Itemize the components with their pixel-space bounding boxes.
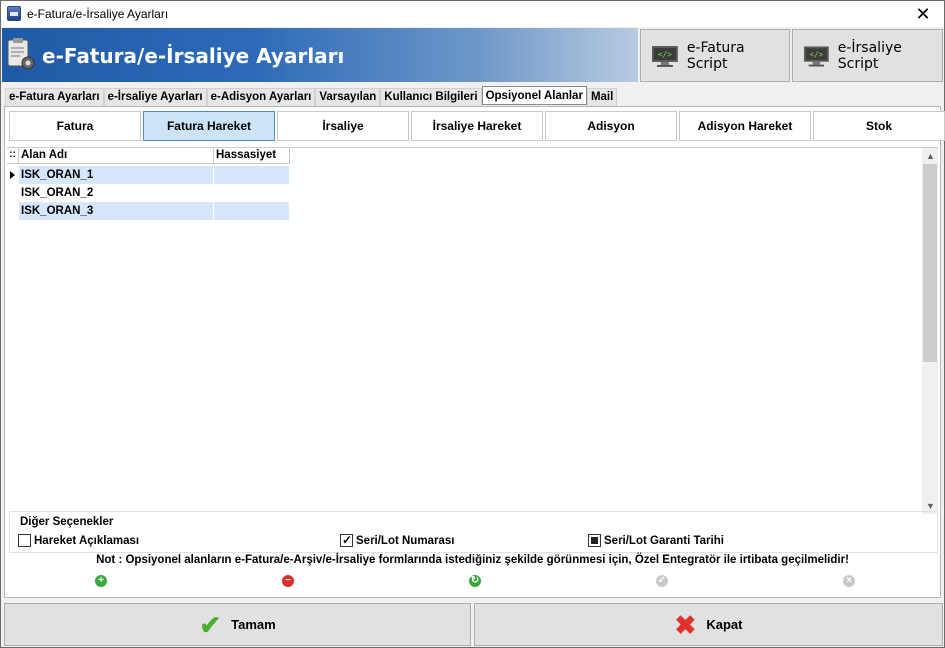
confirm-icon[interactable]: ✓	[656, 575, 668, 587]
cell-alan-adi[interactable]: ISK_ORAN_2	[19, 184, 214, 202]
efatura-script-button[interactable]: </> e-Fatura Script	[640, 29, 790, 82]
cell-hassasiyet[interactable]	[214, 184, 290, 202]
tab-opsiyonel-alanlar[interactable]: Opsiyonel Alanlar	[481, 86, 587, 105]
app-icon	[7, 6, 21, 21]
sub-tabs: Fatura Fatura Hareket İrsaliye İrsaliye …	[9, 111, 945, 141]
settings-clipboard-icon	[7, 38, 35, 70]
cell-alan-adi[interactable]: ISK_ORAN_1	[19, 166, 214, 184]
column-header-hassasiyet[interactable]: Hassasiyet	[214, 148, 290, 164]
hareket-aciklamasi-checkbox[interactable]: Hareket Açıklaması	[18, 534, 139, 547]
eirsaliye-script-button[interactable]: </> e-İrsaliye Script	[792, 29, 943, 82]
subtab-fatura-hareket[interactable]: Fatura Hareket	[143, 111, 275, 141]
checkbox-checked-icon	[340, 533, 353, 547]
table-row[interactable]: ISK_ORAN_1	[7, 166, 290, 184]
edit-icon[interactable]: ↻	[469, 575, 481, 587]
close-button[interactable]: ✖ Kapat	[474, 603, 943, 646]
svg-text:</>: </>	[658, 49, 673, 58]
ok-button[interactable]: ✔ Tamam	[4, 603, 471, 646]
svg-text:</>: </>	[809, 49, 823, 58]
tab-eirsaliye-ayarlari[interactable]: e-İrsaliye Ayarları	[103, 88, 207, 106]
scroll-down-icon[interactable]: ▼	[926, 502, 935, 511]
window-title: e-Fatura/e-İrsaliye Ayarları	[27, 7, 169, 21]
close-window-button[interactable]: ✕	[910, 3, 936, 25]
row-indicator	[7, 202, 19, 220]
opsiyonel-alanlar-panel: Fatura Fatura Hareket İrsaliye İrsaliye …	[4, 106, 945, 598]
subtab-adisyon-hareket[interactable]: Adisyon Hareket	[679, 111, 811, 141]
monitor-code-icon: </>	[651, 45, 678, 67]
subtab-fatura[interactable]: Fatura	[9, 111, 141, 141]
other-options-group: Diğer Seçenekler Hareket Açıklaması Seri…	[9, 511, 938, 553]
cell-hassasiyet[interactable]	[214, 166, 290, 184]
scroll-up-icon[interactable]: ▲	[926, 152, 935, 161]
row-indicator	[7, 166, 19, 184]
grid-vertical-scrollbar[interactable]: ▲ ▼	[922, 148, 938, 514]
tab-eadisyon-ayarlari[interactable]: e-Adisyon Ayarları	[206, 88, 316, 106]
table-row[interactable]: ISK_ORAN_3	[7, 202, 290, 220]
grid-header: :: Alan Adı Hassasiyet	[7, 148, 290, 164]
checkmark-icon: ✔	[199, 609, 222, 640]
column-header-alan-adi[interactable]: Alan Adı	[19, 148, 214, 164]
tab-efatura-ayarlari[interactable]: e-Fatura Ayarları	[5, 88, 104, 106]
checkbox-label: Hareket Açıklaması	[34, 534, 140, 547]
grid-indicator-header[interactable]: ::	[7, 148, 19, 164]
optional-fields-grid[interactable]: :: Alan Adı Hassasiyet ISK_ORAN_1 ISK_OR…	[7, 147, 938, 514]
cell-alan-adi[interactable]: ISK_ORAN_3	[19, 202, 214, 220]
subtab-stok[interactable]: Stok	[813, 111, 945, 141]
add-icon[interactable]: +	[95, 575, 107, 587]
info-note: Not : Opsiyonel alanların e-Fatura/e-Arş…	[96, 554, 849, 566]
checkbox-label: Seri/Lot Numarası	[356, 534, 455, 547]
tab-varsayilan[interactable]: Varsayılan	[315, 88, 381, 106]
close-button-label: Kapat	[706, 617, 743, 632]
tab-mail[interactable]: Mail	[586, 88, 618, 106]
main-tabs: e-Fatura Ayarları e-İrsaliye Ayarları e-…	[5, 86, 618, 106]
subtab-irsaliye[interactable]: İrsaliye	[277, 111, 409, 141]
remove-icon[interactable]: −	[282, 575, 294, 587]
banner-title: e-Fatura/e-İrsaliye Ayarları	[42, 44, 345, 68]
monitor-code-icon: </>	[803, 45, 829, 67]
eirsaliye-script-label: e-İrsaliye Script	[837, 39, 902, 72]
subtab-irsaliye-hareket[interactable]: İrsaliye Hareket	[411, 111, 543, 141]
row-pointer-icon	[10, 171, 15, 179]
grid-navigator: + − ↻ ✓ ×	[95, 575, 855, 591]
seri-lot-numarasi-checkbox[interactable]: Seri/Lot Numarası	[340, 533, 455, 547]
ok-button-label: Tamam	[231, 617, 276, 632]
table-row[interactable]: ISK_ORAN_2	[7, 184, 290, 202]
scroll-thumb[interactable]	[923, 164, 937, 362]
header-banner: e-Fatura/e-İrsaliye Ayarları	[2, 28, 638, 82]
subtab-adisyon[interactable]: Adisyon	[545, 111, 677, 141]
checkbox-unchecked-icon	[18, 534, 31, 547]
cell-hassasiyet[interactable]	[214, 202, 290, 220]
settings-window: e-Fatura/e-İrsaliye Ayarları ✕ e-Fatura/…	[0, 0, 945, 648]
row-indicator	[7, 184, 19, 202]
other-options-legend: Diğer Seçenekler	[18, 516, 116, 528]
title-bar: e-Fatura/e-İrsaliye Ayarları ✕	[1, 1, 944, 27]
efatura-script-label: e-Fatura Script	[686, 39, 745, 72]
seri-lot-garanti-tarihi-checkbox[interactable]: Seri/Lot Garanti Tarihi	[588, 534, 724, 547]
checkbox-indeterminate-icon	[588, 534, 601, 547]
close-x-icon: ✖	[674, 609, 697, 640]
tab-kullanici-bilgileri[interactable]: Kullanıcı Bilgileri	[380, 88, 482, 106]
cancel-icon[interactable]: ×	[843, 575, 855, 587]
checkbox-label: Seri/Lot Garanti Tarihi	[604, 534, 724, 547]
